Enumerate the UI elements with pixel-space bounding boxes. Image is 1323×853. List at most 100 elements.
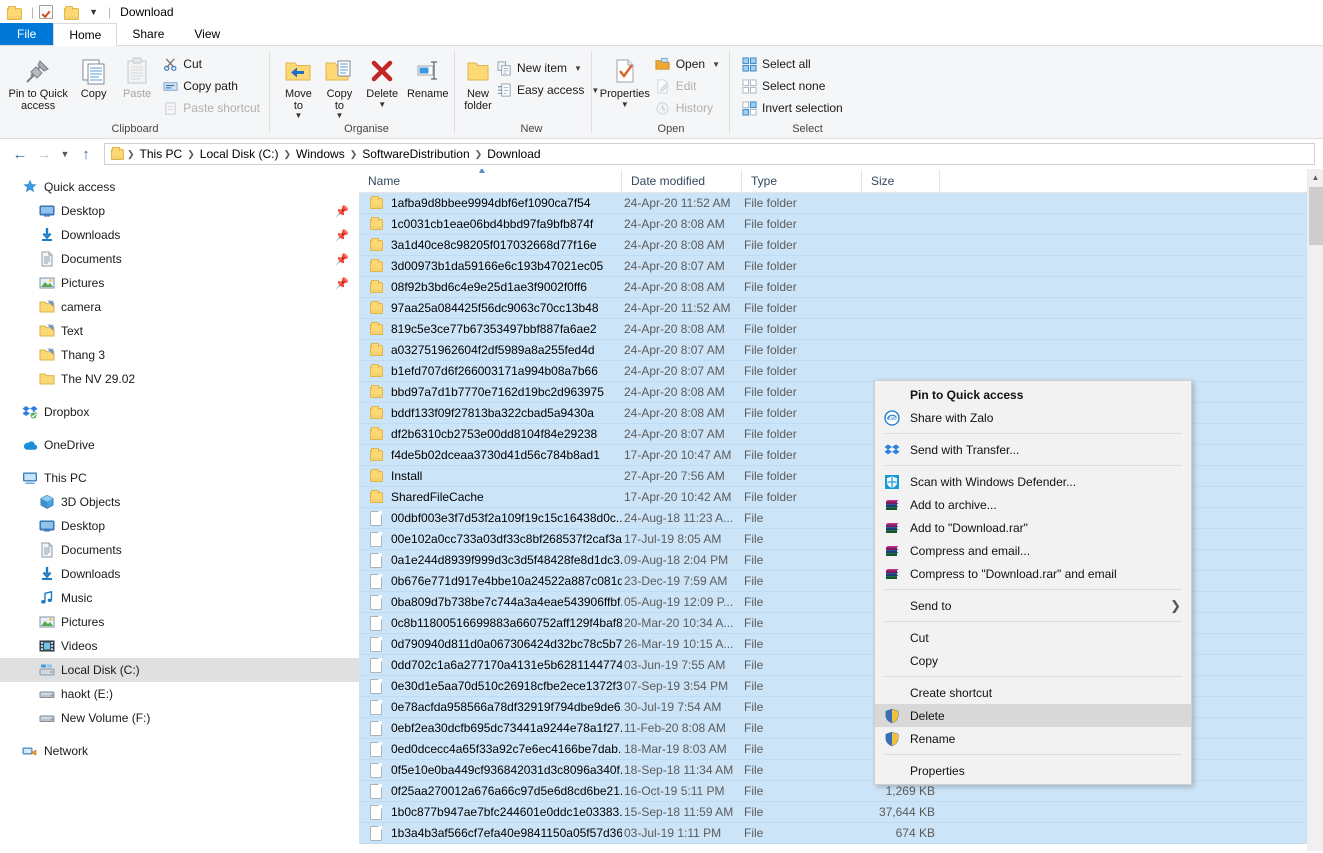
- pin-icon[interactable]: 📌: [335, 277, 349, 290]
- pin-to-quick-access-button[interactable]: Pin to Quick access: [4, 51, 72, 115]
- select-all-button[interactable]: Select all: [738, 53, 849, 75]
- table-row[interactable]: a032751962604f2df5989a8a255fed4d24-Apr-2…: [359, 340, 1307, 361]
- table-row[interactable]: 3d00973b1da59166e6c193b47021ec0524-Apr-2…: [359, 256, 1307, 277]
- edit-button[interactable]: Edit: [652, 75, 726, 97]
- sidebar-item-desktop[interactable]: Desktop📌: [0, 199, 359, 223]
- context-menu-item-add-to-download-rar[interactable]: Add to "Download.rar": [875, 516, 1191, 539]
- cut-button[interactable]: Cut: [159, 53, 266, 75]
- table-row[interactable]: 1b0c877b947ae7bfc244601e0ddc1e03383...15…: [359, 802, 1307, 823]
- breadcrumb-separator[interactable]: ❯: [474, 149, 484, 160]
- pin-icon[interactable]: 📌: [335, 253, 349, 266]
- context-menu-item-add-to-archive[interactable]: Add to archive...: [875, 493, 1191, 516]
- table-row[interactable]: b1efd707d6f266003171a994b08a7b6624-Apr-2…: [359, 361, 1307, 382]
- sidebar-item-the-nv-29-02[interactable]: The NV 29.02: [0, 367, 359, 391]
- column-header-size[interactable]: Size: [862, 170, 940, 192]
- move-to-button[interactable]: Move to ▼: [278, 51, 319, 122]
- chevron-down-icon[interactable]: ▼: [712, 60, 720, 69]
- context-menu-item-compress-to-download-rar-and-email[interactable]: Compress to "Download.rar" and email: [875, 562, 1191, 585]
- properties-button[interactable]: Properties ▼: [598, 51, 652, 111]
- folder-icon[interactable]: [7, 5, 23, 21]
- table-row[interactable]: 08f92b3bd6c4e9e25d1ae3f9002f0ff624-Apr-2…: [359, 277, 1307, 298]
- delete-button[interactable]: Delete ▼: [360, 51, 405, 111]
- vertical-scrollbar[interactable]: ▲: [1307, 169, 1323, 851]
- column-header-type[interactable]: Type: [742, 170, 862, 192]
- breadcrumb-separator[interactable]: ❯: [186, 149, 196, 160]
- tab-home[interactable]: Home: [53, 23, 117, 46]
- table-row[interactable]: 1b3a4b3af566cf7efa40e9841150a05f57d36...…: [359, 823, 1307, 844]
- paste-shortcut-button[interactable]: Paste shortcut: [159, 97, 266, 119]
- tab-file[interactable]: File: [0, 23, 53, 45]
- breadcrumb-separator[interactable]: ❯: [126, 149, 136, 160]
- paste-button[interactable]: Paste: [115, 51, 159, 103]
- sidebar-item-quick-access[interactable]: Quick access: [0, 175, 359, 199]
- sidebar-item-haokt-e[interactable]: haokt (E:): [0, 682, 359, 706]
- sidebar-item-videos[interactable]: Videos: [0, 634, 359, 658]
- chevron-down-icon[interactable]: ▼: [335, 112, 343, 119]
- table-row[interactable]: 1afba9d8bbee9994dbf6ef1090ca7f5424-Apr-2…: [359, 193, 1307, 214]
- context-menu-item-copy[interactable]: Copy: [875, 649, 1191, 672]
- easy-access-button[interactable]: Easy access ▼: [493, 79, 605, 101]
- scrollbar-thumb[interactable]: [1309, 187, 1323, 245]
- select-none-button[interactable]: Select none: [738, 75, 849, 97]
- copy-button[interactable]: Copy: [72, 51, 115, 103]
- table-row[interactable]: 1c0031cb1eae06bd4bbd97fa9bfb874f24-Apr-2…: [359, 214, 1307, 235]
- context-menu-item-cut[interactable]: Cut: [875, 626, 1191, 649]
- chevron-down-icon[interactable]: ▼: [574, 64, 582, 73]
- sidebar-item-network[interactable]: Network: [0, 739, 359, 763]
- new-folder-button[interactable]: New folder: [463, 51, 493, 115]
- breadcrumb[interactable]: ❯ This PC ❯ Local Disk (C:) ❯ Windows ❯ …: [104, 143, 1315, 165]
- sidebar-item-this-pc[interactable]: This PC: [0, 466, 359, 490]
- context-menu-item-properties[interactable]: Properties: [875, 759, 1191, 782]
- up-button[interactable]: ↑: [74, 142, 98, 166]
- back-button[interactable]: ←: [8, 142, 32, 166]
- context-menu-item-share-with-zalo[interactable]: ZaloShare with Zalo: [875, 406, 1191, 429]
- context-menu-item-send-with-transfer[interactable]: Send with Transfer...: [875, 438, 1191, 461]
- breadcrumb-item-softwaredistribution[interactable]: SoftwareDistribution: [358, 147, 473, 161]
- checkbox-properties-icon[interactable]: [39, 4, 55, 20]
- pin-icon[interactable]: 📌: [335, 229, 349, 242]
- breadcrumb-item-local-disk[interactable]: Local Disk (C:): [196, 147, 283, 161]
- sidebar-item-thang-3[interactable]: Thang 3: [0, 343, 359, 367]
- sidebar-item-camera[interactable]: camera: [0, 295, 359, 319]
- recent-locations-button[interactable]: ▼: [56, 142, 74, 166]
- context-menu-item-rename[interactable]: Rename: [875, 727, 1191, 750]
- context-menu-item-scan-with-windows-defender[interactable]: Scan with Windows Defender...: [875, 470, 1191, 493]
- context-menu-item-pin-to-quick-access[interactable]: Pin to Quick access: [875, 383, 1191, 406]
- sidebar-item-music[interactable]: Music: [0, 586, 359, 610]
- copy-path-button[interactable]: Copy path: [159, 75, 266, 97]
- tab-view[interactable]: View: [179, 23, 235, 45]
- column-header-date-modified[interactable]: Date modified: [622, 170, 742, 192]
- open-button[interactable]: Open ▼: [652, 53, 726, 75]
- rename-button[interactable]: Rename: [405, 51, 452, 103]
- sidebar-item-pictures[interactable]: Pictures📌: [0, 271, 359, 295]
- context-menu-item-delete[interactable]: Delete: [875, 704, 1191, 727]
- sidebar-item-dropbox[interactable]: Dropbox: [0, 400, 359, 424]
- table-row[interactable]: 3a1d40ce8c98205f017032668d77f16e24-Apr-2…: [359, 235, 1307, 256]
- folder-icon[interactable]: [64, 5, 80, 21]
- sidebar-item-text[interactable]: Text: [0, 319, 359, 343]
- table-row[interactable]: 97aa25a084425f56dc9063c70cc13b4824-Apr-2…: [359, 298, 1307, 319]
- chevron-down-icon[interactable]: ▼: [621, 101, 629, 108]
- copy-to-button[interactable]: Copy to ▼: [319, 51, 360, 122]
- sidebar-item-new-volume-f[interactable]: New Volume (F:): [0, 706, 359, 730]
- new-item-button[interactable]: New item ▼: [493, 57, 605, 79]
- breadcrumb-separator[interactable]: ❯: [282, 149, 292, 160]
- context-menu-item-compress-and-email[interactable]: Compress and email...: [875, 539, 1191, 562]
- sidebar-item-pictures[interactable]: Pictures: [0, 610, 359, 634]
- invert-selection-button[interactable]: Invert selection: [738, 97, 849, 119]
- sidebar-item-desktop[interactable]: Desktop: [0, 514, 359, 538]
- sidebar-item-downloads[interactable]: Downloads: [0, 562, 359, 586]
- tab-share[interactable]: Share: [117, 23, 179, 45]
- sidebar-item-onedrive[interactable]: OneDrive: [0, 433, 359, 457]
- column-header-name[interactable]: Name ▲: [359, 170, 622, 192]
- sidebar-item-documents[interactable]: Documents📌: [0, 247, 359, 271]
- sidebar-item-3d-objects[interactable]: 3D Objects: [0, 490, 359, 514]
- table-row[interactable]: 819c5e3ce77b67353497bbf887fa6ae224-Apr-2…: [359, 319, 1307, 340]
- history-button[interactable]: History: [652, 97, 726, 119]
- breadcrumb-separator[interactable]: ❯: [349, 149, 359, 160]
- context-menu-item-send-to[interactable]: Send to❯: [875, 594, 1191, 617]
- sidebar-item-downloads[interactable]: Downloads📌: [0, 223, 359, 247]
- forward-button[interactable]: →: [32, 142, 56, 166]
- context-menu-item-create-shortcut[interactable]: Create shortcut: [875, 681, 1191, 704]
- sidebar-item-documents[interactable]: Documents: [0, 538, 359, 562]
